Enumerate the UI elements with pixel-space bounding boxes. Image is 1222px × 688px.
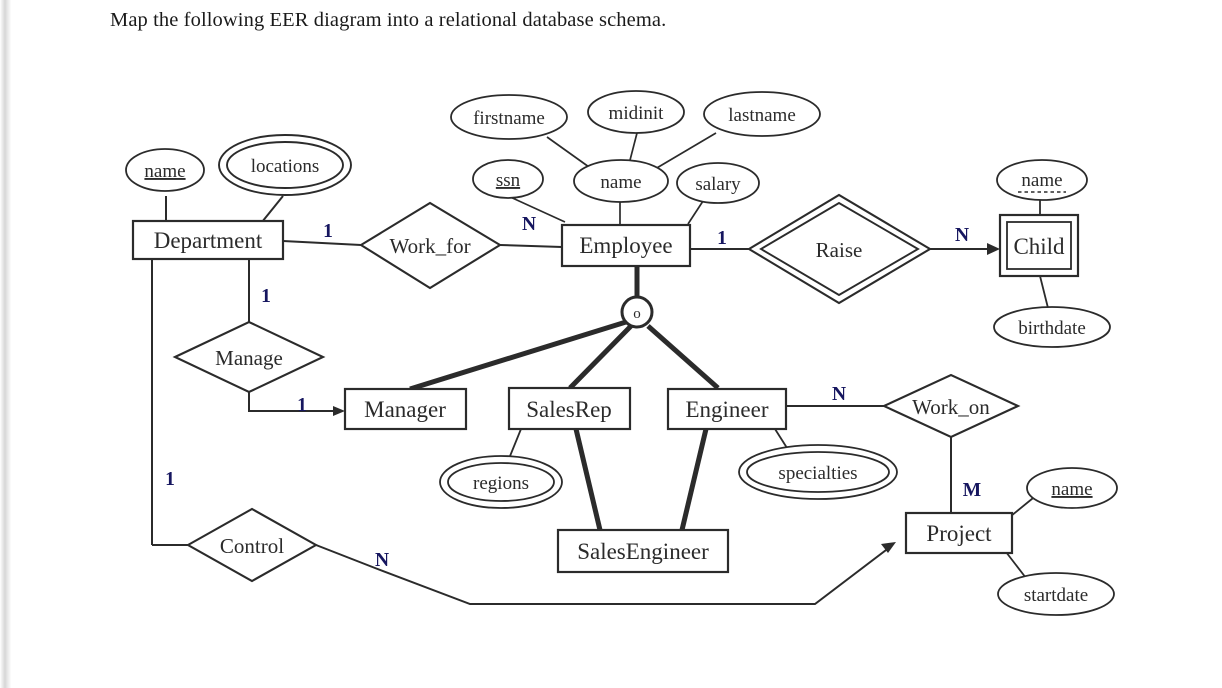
attribute-employee-midinit[interactable]: midinit xyxy=(587,90,685,134)
entity-engineer-label: Engineer xyxy=(685,397,768,422)
attribute-employee-lastname[interactable]: lastname xyxy=(703,91,821,137)
relationship-work-on[interactable]: Work_on xyxy=(881,373,1021,439)
entity-manager[interactable]: Manager xyxy=(343,387,468,431)
attribute-employee-salary[interactable]: salary xyxy=(676,162,760,204)
relationship-raise[interactable]: Raise xyxy=(746,193,933,305)
attribute-employee-name[interactable]: name xyxy=(573,159,669,203)
cardinality-dept-manage: 1 xyxy=(261,286,271,307)
entity-manager-label: Manager xyxy=(364,397,446,422)
attribute-child-birthdate[interactable]: birthdate xyxy=(993,306,1111,348)
attribute-employee-ssn[interactable]: ssn xyxy=(472,159,544,199)
specialization-symbol: o xyxy=(633,306,641,322)
cardinality-control-project: N xyxy=(375,550,389,571)
entity-project-label: Project xyxy=(926,521,992,546)
attribute-child-birthdate-label: birthdate xyxy=(1018,318,1086,339)
attribute-employee-salary-label: salary xyxy=(695,174,741,195)
relationship-work-for[interactable]: Work_for xyxy=(358,201,503,290)
attribute-employee-name-label: name xyxy=(600,172,641,193)
entity-department-label: Department xyxy=(154,228,263,253)
attribute-engineer-specialties-label: specialties xyxy=(778,463,857,484)
attribute-child-name[interactable]: name xyxy=(996,159,1088,201)
entity-department[interactable]: Department xyxy=(131,219,285,261)
attribute-project-startdate-label: startdate xyxy=(1024,585,1088,606)
attribute-child-name-label: name xyxy=(1021,170,1062,191)
attribute-project-startdate[interactable]: startdate xyxy=(997,572,1115,616)
entity-salesrep-label: SalesRep xyxy=(526,397,612,422)
attribute-employee-lastname-label: lastname xyxy=(728,105,796,126)
attribute-employee-firstname-label: firstname xyxy=(473,108,545,129)
relationship-raise-label: Raise xyxy=(816,238,863,262)
attribute-employee-firstname[interactable]: firstname xyxy=(450,94,568,140)
cardinality-manage-manager: 1 xyxy=(297,395,307,416)
entity-child[interactable]: Child xyxy=(998,213,1080,278)
attribute-employee-midinit-label: midinit xyxy=(609,103,665,124)
eer-diagram: Department name locations Work_for 1 N E… xyxy=(125,90,1118,616)
entity-employee[interactable]: Employee xyxy=(560,223,692,268)
entity-engineer[interactable]: Engineer xyxy=(666,387,788,431)
attribute-project-name-label: name xyxy=(1051,479,1092,500)
cardinality-emp-raise: 1 xyxy=(717,228,727,249)
cardinality-work-on-project: M xyxy=(963,480,981,501)
entity-project[interactable]: Project xyxy=(904,511,1014,555)
entity-employee-label: Employee xyxy=(579,233,672,258)
cardinality-dept-work-for: 1 xyxy=(323,221,333,242)
attribute-department-name[interactable]: name xyxy=(125,148,205,192)
cardinality-emp-work-for: N xyxy=(522,214,536,235)
entity-salesrep[interactable]: SalesRep xyxy=(507,386,632,431)
relationship-work-on-label: Work_on xyxy=(912,395,990,419)
attribute-engineer-specialties[interactable]: specialties xyxy=(738,444,898,500)
attribute-salesrep-regions[interactable]: regions xyxy=(439,455,563,509)
attribute-project-name[interactable]: name xyxy=(1026,467,1118,509)
relationship-work-for-label: Work_for xyxy=(389,234,470,258)
attribute-department-locations[interactable]: locations xyxy=(218,134,352,196)
attribute-employee-ssn-label: ssn xyxy=(496,170,521,191)
entity-salesengineer[interactable]: SalesEngineer xyxy=(556,528,730,574)
relationship-control[interactable]: Control xyxy=(185,507,319,583)
entity-salesengineer-label: SalesEngineer xyxy=(577,539,709,564)
entity-child-label: Child xyxy=(1013,234,1065,259)
cardinality-raise-child: N xyxy=(955,225,969,246)
cardinality-engineer-work-on: N xyxy=(832,384,846,405)
specialization-circle-overlapping[interactable]: o xyxy=(620,295,654,329)
relationship-control-label: Control xyxy=(220,534,284,558)
attribute-salesrep-regions-label: regions xyxy=(473,473,529,494)
cardinality-dept-control: 1 xyxy=(165,469,175,490)
attribute-department-name-label: name xyxy=(144,161,185,182)
relationship-manage[interactable]: Manage xyxy=(172,320,326,394)
relationship-manage-label: Manage xyxy=(215,346,283,370)
attribute-department-locations-label: locations xyxy=(251,156,320,177)
